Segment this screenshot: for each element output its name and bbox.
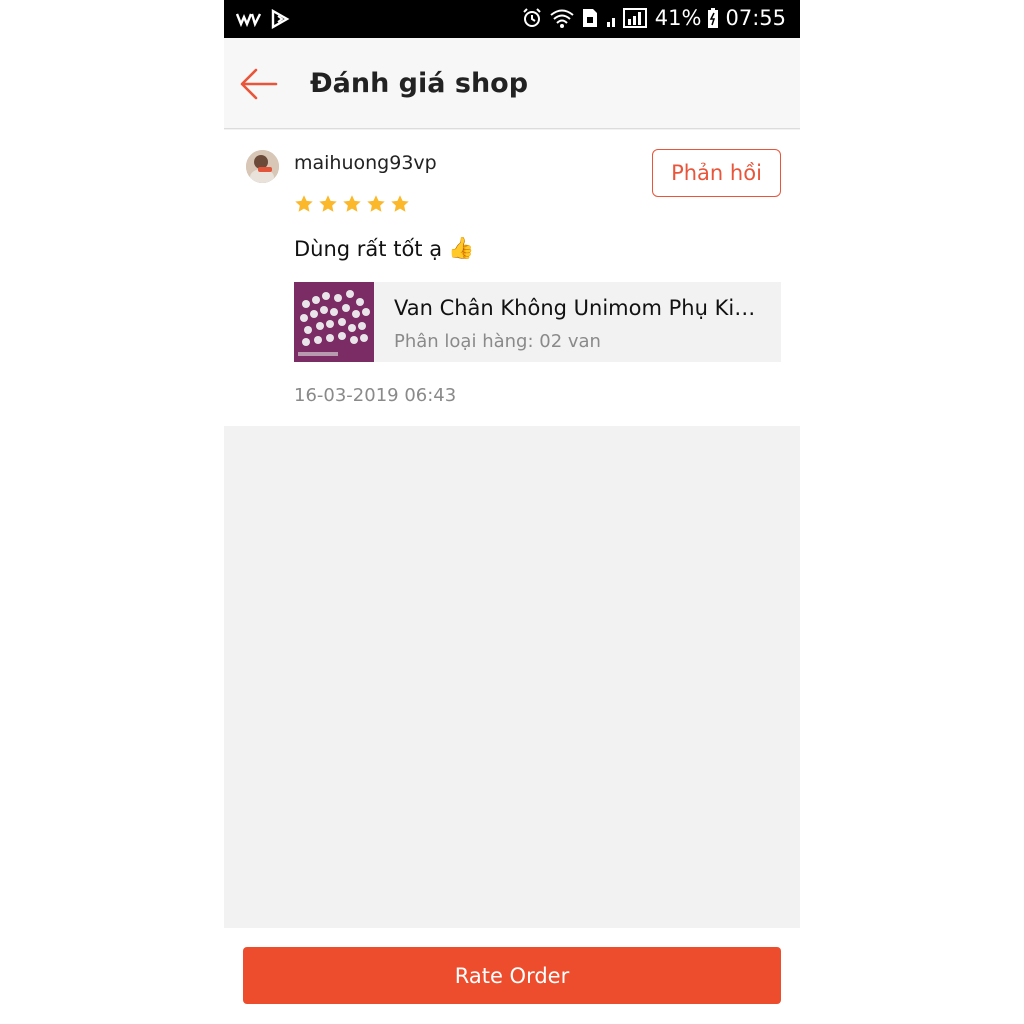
signal-icon: [605, 7, 649, 29]
avatar[interactable]: [246, 150, 279, 183]
rate-order-button[interactable]: Rate Order: [243, 947, 781, 1004]
vpn-icon: [270, 9, 290, 29]
review-comment: Dùng rất tốt ạ 👍: [294, 236, 474, 261]
star-icon: [367, 195, 385, 212]
product-link[interactable]: Van Chân Không Unimom Phụ Kiện Máy Hút S…: [294, 282, 781, 362]
clock: 07:55: [725, 6, 786, 30]
star-icon: [319, 195, 337, 212]
star-icon: [295, 195, 313, 212]
sim-icon: [581, 7, 599, 29]
review-text: Dùng rất tốt ạ: [294, 236, 443, 261]
review-date: 16-03-2019 06:43: [294, 385, 457, 406]
status-bar: 41% 07:55: [224, 0, 800, 38]
back-button[interactable]: [238, 64, 280, 104]
rating-stars: [294, 194, 410, 214]
review-card: maihuong93vp Phản hồi Dùng rất tốt ạ 👍 V…: [224, 130, 800, 426]
battery-icon: [707, 7, 719, 29]
bottom-bar: Rate Order: [224, 928, 800, 1024]
star-icon: [343, 195, 361, 212]
product-thumbnail: [294, 282, 374, 362]
phone-screen: 41% 07:55 Đánh giá shop maihuong93vp Phả…: [224, 0, 800, 1024]
reply-button[interactable]: Phản hồi: [652, 149, 781, 197]
page-title: Đánh giá shop: [310, 68, 529, 99]
alarm-icon: [521, 7, 543, 29]
arrow-left-icon: [240, 68, 278, 100]
product-name: Van Chân Không Unimom Phụ Kiện Máy Hút S…: [394, 296, 764, 320]
reviewer-username: maihuong93vp: [294, 152, 437, 174]
app-bar: Đánh giá shop: [224, 38, 800, 129]
wifi-icon: [549, 7, 575, 29]
wv-app-icon: [236, 11, 262, 27]
thumbs-up-emoji: 👍: [448, 236, 475, 260]
battery-percent: 41%: [654, 6, 702, 30]
product-variant: Phân loại hàng: 02 van: [394, 331, 601, 352]
star-icon: [391, 195, 409, 212]
